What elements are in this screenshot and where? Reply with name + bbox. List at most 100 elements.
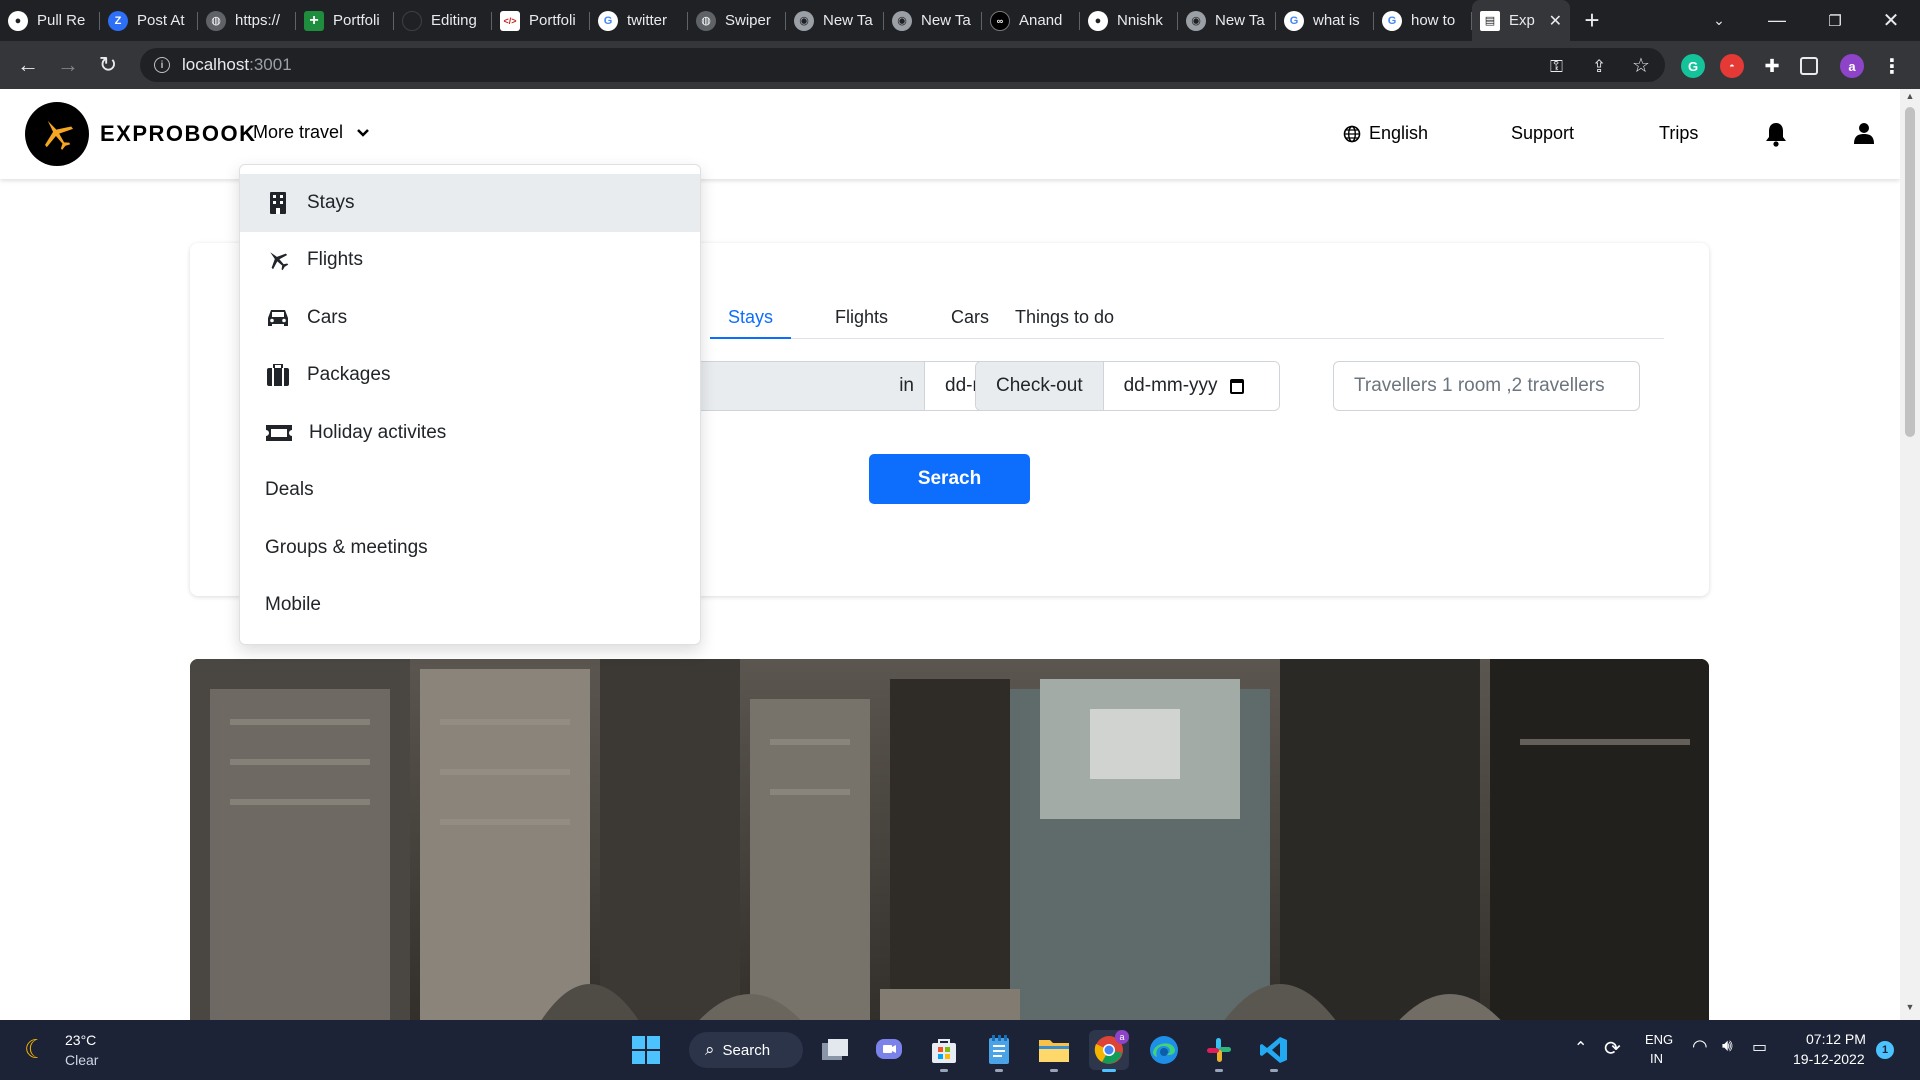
forward-icon[interactable]: → bbox=[48, 45, 88, 85]
chrome-taskbar-icon[interactable]: a bbox=[1089, 1030, 1129, 1072]
file-explorer-icon[interactable] bbox=[1034, 1030, 1074, 1072]
site-info-icon[interactable]: i bbox=[154, 57, 170, 73]
browser-tab[interactable]: Editing bbox=[394, 0, 492, 41]
taskbar-search-box[interactable]: ⌕ Search bbox=[689, 1032, 803, 1068]
notepad-icon[interactable] bbox=[979, 1030, 1019, 1072]
new-tab-button[interactable]: + bbox=[1570, 0, 1614, 41]
browser-tab[interactable]: ● Pull Re bbox=[0, 0, 100, 41]
back-icon[interactable]: ← bbox=[8, 45, 48, 85]
tab-title: New Ta bbox=[921, 12, 971, 29]
slack-icon[interactable] bbox=[1199, 1030, 1239, 1072]
sync-icon[interactable]: ⟳ bbox=[1604, 1036, 1621, 1061]
key-icon[interactable]: ⚿ bbox=[1550, 57, 1563, 77]
more-travel-label: More travel bbox=[253, 122, 344, 142]
browser-tab[interactable]: ∞ Anand bbox=[982, 0, 1080, 41]
address-bar[interactable]: i localhost:3001 ⚿ ⇪ ☆ bbox=[140, 48, 1665, 82]
minimize-button[interactable]: — bbox=[1748, 0, 1806, 41]
extensions-puzzle-icon[interactable]: ✚ bbox=[1760, 54, 1784, 78]
hero-image bbox=[190, 659, 1709, 1020]
browser-tab[interactable]: </> Portfoli bbox=[492, 0, 590, 41]
browser-tab[interactable]: G twitter bbox=[590, 0, 688, 41]
clock-time[interactable]: 07:12 PM bbox=[1806, 1031, 1866, 1047]
more-travel-toggle[interactable]: More travel bbox=[253, 122, 369, 143]
tab-cars[interactable]: Cars bbox=[933, 299, 1007, 339]
dropdown-item-label: Cars bbox=[307, 306, 348, 328]
vscode-icon[interactable] bbox=[1254, 1030, 1294, 1072]
windows-start-icon[interactable] bbox=[626, 1030, 666, 1070]
browser-tab-active[interactable]: ▤ Exp ✕ bbox=[1472, 0, 1570, 41]
tab-stays[interactable]: Stays bbox=[710, 299, 792, 339]
search-icon: ⌕ bbox=[705, 1040, 715, 1059]
tab-things-to-do[interactable]: Things to do bbox=[997, 299, 1132, 339]
share-icon[interactable]: ⇪ bbox=[1592, 57, 1606, 77]
chevron-up-icon[interactable]: ⌃ bbox=[1574, 1038, 1587, 1058]
browser-tab[interactable]: ◉ New Ta bbox=[884, 0, 982, 41]
taskbar-search-label: Search bbox=[722, 1041, 771, 1059]
restore-button[interactable]: ❐ bbox=[1806, 0, 1864, 41]
calendar-icon[interactable] bbox=[1229, 378, 1244, 394]
close-tab-icon[interactable]: ✕ bbox=[1541, 11, 1562, 31]
moon-weather-icon[interactable]: ☾ bbox=[24, 1034, 47, 1065]
codepen-icon: ∞ bbox=[990, 10, 1010, 31]
support-link[interactable]: Support bbox=[1511, 123, 1574, 144]
browser-tab[interactable]: + Portfoli bbox=[296, 0, 394, 41]
tab-flights[interactable]: Flights bbox=[817, 299, 906, 339]
logo[interactable] bbox=[25, 102, 89, 166]
task-view-icon[interactable] bbox=[815, 1030, 855, 1070]
tab-title: Editing bbox=[431, 12, 477, 29]
notification-badge[interactable]: 1 bbox=[1876, 1041, 1894, 1059]
browser-tab[interactable]: Z Post At bbox=[100, 0, 198, 41]
active-indicator bbox=[1102, 1069, 1116, 1072]
wifi-icon[interactable]: ◠ bbox=[1692, 1036, 1708, 1057]
pokeball-extension-icon[interactable]: ◓ bbox=[1720, 54, 1744, 78]
weather-temp[interactable]: 23°C bbox=[65, 1032, 96, 1048]
dropdown-item-cars[interactable]: Cars bbox=[240, 289, 700, 347]
browser-tab[interactable]: ◍ https:// bbox=[198, 0, 296, 41]
dropdown-item-holiday-activities[interactable]: Holiday activites bbox=[240, 404, 700, 462]
dropdown-item-flights[interactable]: Flights bbox=[240, 232, 700, 290]
side-panel-icon[interactable] bbox=[1800, 57, 1818, 75]
battery-icon[interactable]: ▭ bbox=[1752, 1037, 1767, 1057]
browser-tab[interactable]: G what is bbox=[1276, 0, 1374, 41]
scroll-down-icon[interactable]: ▼ bbox=[1900, 1002, 1920, 1018]
browser-menu-icon[interactable]: ⋮ bbox=[1880, 54, 1904, 78]
dropdown-item-stays[interactable]: Stays bbox=[240, 174, 700, 232]
browser-tab[interactable]: G how to bbox=[1374, 0, 1472, 41]
user-icon[interactable] bbox=[1854, 122, 1874, 144]
travellers-input[interactable]: Travellers 1 room ,2 travellers bbox=[1333, 361, 1640, 411]
language-indicator-top[interactable]: ENG bbox=[1645, 1032, 1673, 1047]
dropdown-item-groups-meetings[interactable]: Groups & meetings bbox=[240, 519, 700, 577]
bell-icon[interactable] bbox=[1764, 121, 1788, 147]
bookmark-star-icon[interactable]: ☆ bbox=[1632, 53, 1650, 78]
reload-icon[interactable]: ↻ bbox=[88, 45, 128, 85]
microsoft-store-icon[interactable] bbox=[924, 1030, 964, 1072]
plane-icon bbox=[265, 248, 291, 272]
browser-tab[interactable]: ◉ New Ta bbox=[1178, 0, 1276, 41]
grammarly-icon[interactable]: G bbox=[1681, 54, 1705, 78]
edge-icon[interactable] bbox=[1144, 1030, 1184, 1070]
clock-date[interactable]: 19-12-2022 bbox=[1793, 1051, 1865, 1067]
language-selector[interactable]: English bbox=[1343, 123, 1428, 144]
tab-search-icon[interactable]: ⌄ bbox=[1690, 0, 1748, 41]
scroll-up-icon[interactable]: ▲ bbox=[1900, 91, 1920, 107]
volume-icon[interactable]: 🔊︎ bbox=[1722, 1036, 1733, 1056]
tab-title: Nnishk bbox=[1117, 12, 1163, 29]
teams-chat-icon[interactable] bbox=[869, 1030, 909, 1070]
search-button[interactable]: Serach bbox=[869, 454, 1030, 504]
brand-name[interactable]: EXPROBOOK bbox=[100, 121, 257, 147]
trips-link[interactable]: Trips bbox=[1659, 123, 1698, 144]
page-scrollbar[interactable]: ▲ ▼ bbox=[1900, 89, 1920, 1020]
dropdown-item-mobile[interactable]: Mobile bbox=[240, 577, 700, 635]
dropdown-item-packages[interactable]: Packages bbox=[240, 347, 700, 405]
browser-tab[interactable]: ◍ Swiper bbox=[688, 0, 786, 41]
browser-tab[interactable]: ◉ New Ta bbox=[786, 0, 884, 41]
scrollbar-thumb[interactable] bbox=[1905, 107, 1915, 437]
tab-title: New Ta bbox=[1215, 12, 1265, 29]
close-window-button[interactable]: ✕ bbox=[1862, 0, 1920, 41]
tab-title: Post At bbox=[137, 12, 185, 29]
checkout-date-input[interactable]: dd-mm-yyy bbox=[1103, 362, 1279, 410]
ticket-icon bbox=[265, 421, 293, 445]
browser-tab[interactable]: ● Nnishk bbox=[1080, 0, 1178, 41]
avatar[interactable]: a bbox=[1840, 54, 1864, 78]
dropdown-item-deals[interactable]: Deals bbox=[240, 462, 700, 520]
